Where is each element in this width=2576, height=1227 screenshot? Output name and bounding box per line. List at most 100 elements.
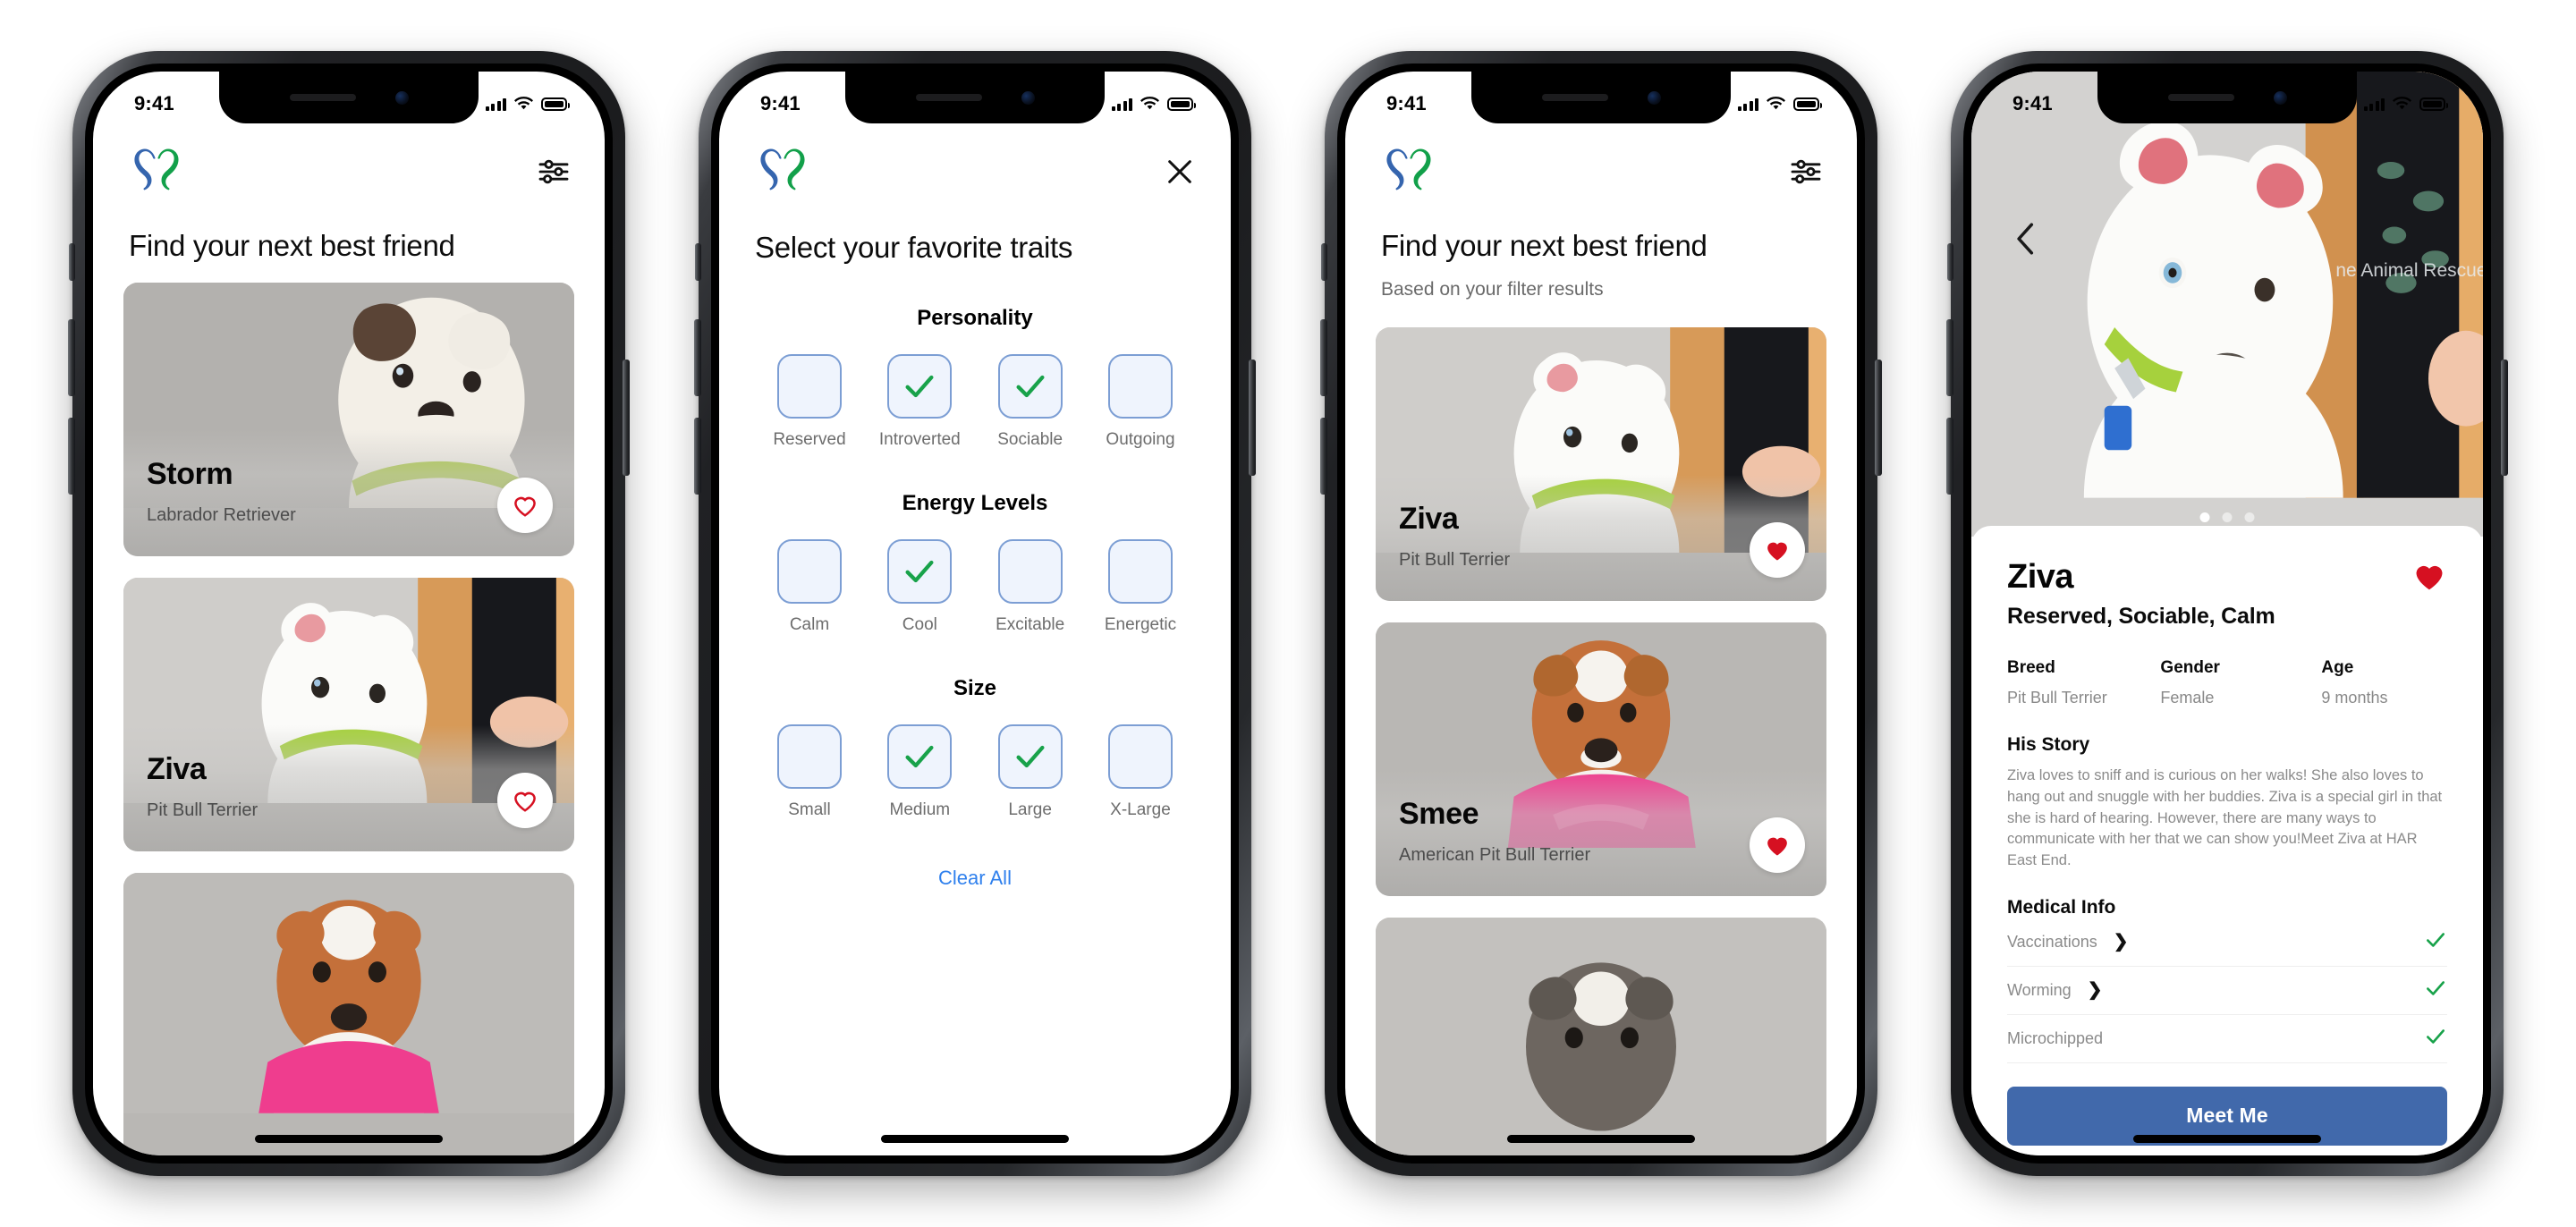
checkbox[interactable] xyxy=(777,724,842,789)
mute-switch[interactable] xyxy=(695,243,701,281)
dog-breed: American Pit Bull Terrier xyxy=(1399,845,1591,865)
volume-up-button[interactable] xyxy=(68,319,75,396)
check-icon xyxy=(2427,980,2445,995)
earpiece-speaker xyxy=(289,94,356,101)
filter-sliders-icon[interactable] xyxy=(538,158,569,185)
meta-breed: Breed Pit Bull Terrier xyxy=(2007,658,2160,707)
checkbox-checked[interactable] xyxy=(887,724,953,789)
favorite-button[interactable] xyxy=(1750,817,1805,873)
checkbox[interactable] xyxy=(1107,354,1173,419)
trait-cool[interactable]: Cool xyxy=(867,539,972,635)
trait-energetic[interactable]: Energetic xyxy=(1088,539,1193,635)
phone-bezel: ne Animal Rescue 9:41 Ziva Reserved, Soc… xyxy=(1963,63,2491,1164)
home-indicator[interactable] xyxy=(2133,1135,2321,1143)
dog-card-storm[interactable]: Storm Labrador Retriever xyxy=(123,283,574,556)
medical-row-microchipped[interactable]: Microchipped xyxy=(2007,1015,2447,1063)
medical-row-worming[interactable]: Worming ❯ xyxy=(2007,967,2447,1015)
chevron-left-icon[interactable] xyxy=(2012,222,2039,256)
clear-all-button[interactable]: Clear All xyxy=(750,867,1200,890)
checkbox[interactable] xyxy=(997,539,1063,604)
app-bar xyxy=(1376,140,1826,204)
volume-down-button[interactable] xyxy=(694,418,701,495)
trait-small[interactable]: Small xyxy=(757,724,862,820)
power-button[interactable] xyxy=(1249,360,1256,476)
trait-label: Large xyxy=(1008,800,1052,819)
power-button[interactable] xyxy=(623,360,630,476)
home-indicator[interactable] xyxy=(1507,1135,1695,1143)
trait-row: Calm Cool Excitable Energetic xyxy=(750,539,1200,635)
notch xyxy=(845,72,1105,123)
check-icon xyxy=(1016,745,1045,768)
phone-detail: ne Animal Rescue 9:41 Ziva Reserved, Soc… xyxy=(1946,51,2508,1176)
heart-filled-icon xyxy=(1767,837,1787,856)
heart-outline-icon xyxy=(514,791,536,812)
volume-down-button[interactable] xyxy=(1320,418,1327,495)
close-x-icon[interactable] xyxy=(1165,157,1195,187)
home-indicator[interactable] xyxy=(881,1135,1069,1143)
checkbox-checked[interactable] xyxy=(997,354,1063,419)
heart-outline-icon xyxy=(514,496,536,517)
trait-sociable[interactable]: Sociable xyxy=(978,354,1083,450)
filter-sliders-icon[interactable] xyxy=(1791,158,1821,185)
trait-calm[interactable]: Calm xyxy=(757,539,862,635)
mute-switch[interactable] xyxy=(1321,243,1327,281)
trait-reserved[interactable]: Reserved xyxy=(757,354,862,450)
favorite-button[interactable] xyxy=(1750,522,1805,578)
power-button[interactable] xyxy=(1875,360,1882,476)
trait-label: Sociable xyxy=(997,430,1063,449)
app-bar xyxy=(750,140,1200,204)
medical-label: Vaccinations xyxy=(2007,932,2097,951)
volume-down-button[interactable] xyxy=(1946,418,1953,495)
volume-up-button[interactable] xyxy=(1320,319,1327,396)
trait-large[interactable]: Large xyxy=(978,724,1083,820)
group-title: Personality xyxy=(917,306,1033,330)
status-check xyxy=(2424,1025,2447,1053)
checkbox[interactable] xyxy=(1107,724,1173,789)
volume-up-button[interactable] xyxy=(694,319,701,396)
screen-results: 9:41 Find your next best friend Based on… xyxy=(1345,72,1857,1155)
dog-card-partial[interactable] xyxy=(123,873,574,1155)
status-check xyxy=(2424,928,2447,956)
checkbox-checked[interactable] xyxy=(997,724,1063,789)
dog-card-ziva[interactable]: Ziva Pit Bull Terrier xyxy=(1376,327,1826,601)
dog-name: Ziva xyxy=(147,752,207,786)
mute-switch[interactable] xyxy=(69,243,75,281)
volume-down-button[interactable] xyxy=(68,418,75,495)
meta-age: Age 9 months xyxy=(2321,658,2447,707)
dog-card-partial[interactable] xyxy=(1376,918,1826,1155)
checkbox[interactable] xyxy=(777,354,842,419)
meta-key: Gender xyxy=(2160,658,2220,677)
carousel-dot[interactable] xyxy=(2222,512,2233,522)
checkbox[interactable] xyxy=(777,539,842,604)
dog-photo-partial xyxy=(1376,918,1826,1155)
chevron-right-icon[interactable]: ❯ xyxy=(2114,933,2129,951)
carousel-dot-active[interactable] xyxy=(2199,512,2210,522)
photo-carousel-dots[interactable] xyxy=(2199,512,2255,522)
checkbox-checked[interactable] xyxy=(887,354,953,419)
mute-switch[interactable] xyxy=(1947,243,1953,281)
trait-medium[interactable]: Medium xyxy=(867,724,972,820)
favorite-button[interactable] xyxy=(497,478,553,533)
dog-card-smee[interactable]: Smee American Pit Bull Terrier xyxy=(1376,622,1826,896)
volume-up-button[interactable] xyxy=(1946,319,1953,396)
checkbox-checked[interactable] xyxy=(887,539,953,604)
power-button[interactable] xyxy=(2501,360,2508,476)
trait-introverted[interactable]: Introverted xyxy=(867,354,972,450)
carousel-dot[interactable] xyxy=(2244,512,2255,522)
trait-label: Introverted xyxy=(878,430,961,449)
meta-value: Female xyxy=(2160,689,2215,707)
results-content: Find your next best friend Based on your… xyxy=(1345,72,1857,1155)
favorite-button[interactable] xyxy=(2411,558,2447,598)
favorite-button[interactable] xyxy=(497,773,553,828)
medical-row-vaccinations[interactable]: Vaccinations ❯ xyxy=(2007,918,2447,967)
checkbox[interactable] xyxy=(1107,539,1173,604)
trait-xlarge[interactable]: X-Large xyxy=(1088,724,1193,820)
trait-excitable[interactable]: Excitable xyxy=(978,539,1083,635)
home-indicator[interactable] xyxy=(255,1135,443,1143)
dog-card-ziva[interactable]: Ziva Pit Bull Terrier xyxy=(123,578,574,851)
trait-outgoing[interactable]: Outgoing xyxy=(1088,354,1193,450)
check-icon xyxy=(905,560,934,583)
chevron-right-icon[interactable]: ❯ xyxy=(2088,981,2103,999)
notch xyxy=(219,72,479,123)
paw-heart-logo xyxy=(134,148,179,190)
